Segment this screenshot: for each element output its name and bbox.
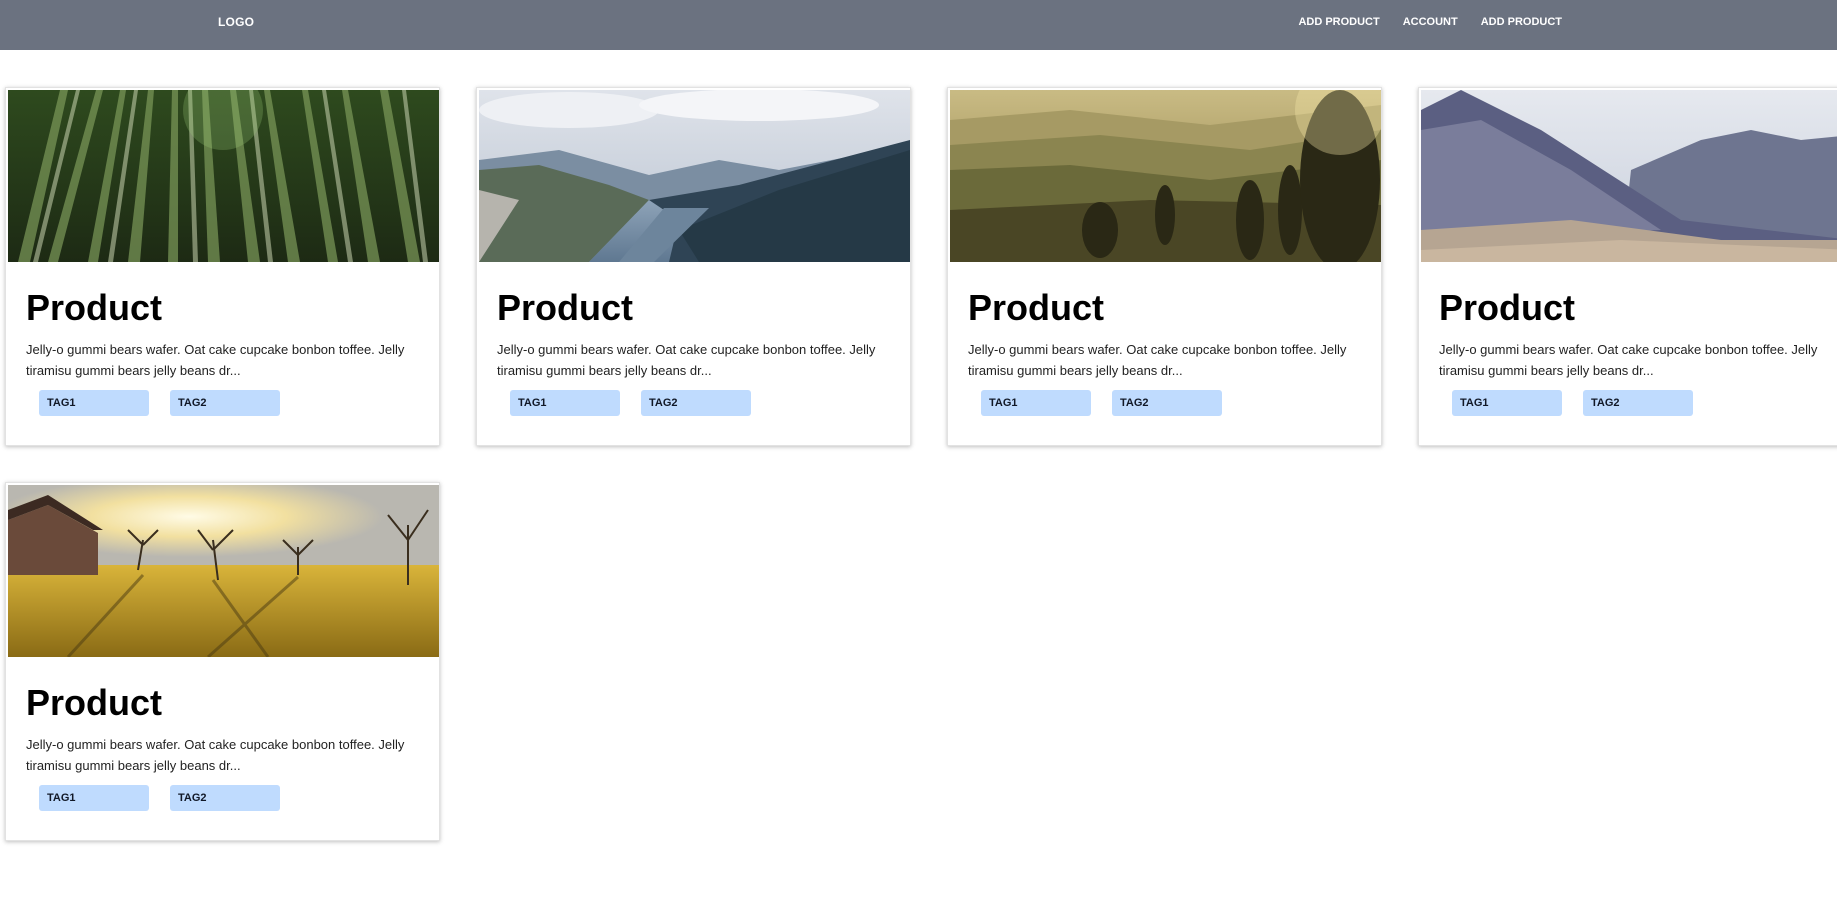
nav-add-product-link[interactable]: ADD PRODUCT [1298,16,1379,28]
tag-list: TAG1 TAG2 [1452,390,1693,416]
card-description: Jelly-o gummi bears wafer. Oat cake cupc… [497,342,876,378]
product-card[interactable]: Product Jelly-o gummi bears wafer. Oat c… [1418,87,1837,446]
card-title: Product [26,682,163,723]
card-description: Jelly-o gummi bears wafer. Oat cake cupc… [26,342,405,378]
product-card[interactable]: Product Jelly-o gummi bears wafer. Oat c… [947,87,1382,446]
card-title: Product [968,287,1105,328]
logo[interactable]: LOGO [218,15,254,29]
tag[interactable]: TAG2 [170,390,280,416]
mountains-image [1421,90,1837,262]
product-card[interactable]: Product Jelly-o gummi bears wafer. Oat c… [5,482,440,841]
nav-add-product-link-2[interactable]: ADD PRODUCT [1481,16,1562,28]
card-description: Jelly-o gummi bears wafer. Oat cake cupc… [1439,342,1818,378]
tag-list: TAG1 TAG2 [981,390,1222,416]
product-card[interactable]: Product Jelly-o gummi bears wafer. Oat c… [5,87,440,446]
nav-links: ADD PRODUCT ACCOUNT ADD PRODUCT [1298,16,1562,28]
tag[interactable]: TAG2 [1112,390,1222,416]
tag[interactable]: TAG1 [510,390,620,416]
card-title: Product [1439,287,1576,328]
bamboo-forest-image [8,90,439,262]
tag-list: TAG1 TAG2 [39,390,280,416]
navbar: LOGO ADD PRODUCT ACCOUNT ADD PRODUCT [0,0,1837,50]
sunny-meadow-image [8,485,439,657]
product-card[interactable]: Product Jelly-o gummi bears wafer. Oat c… [476,87,911,446]
tag-list: TAG1 TAG2 [510,390,751,416]
tag[interactable]: TAG2 [641,390,751,416]
tag[interactable]: TAG2 [1583,390,1693,416]
tag-list: TAG1 TAG2 [39,785,280,811]
tag[interactable]: TAG1 [981,390,1091,416]
card-title: Product [26,287,163,328]
card-description: Jelly-o gummi bears wafer. Oat cake cupc… [26,737,405,773]
nav-account-link[interactable]: ACCOUNT [1403,16,1458,28]
fjord-image [479,90,910,262]
tag[interactable]: TAG1 [1452,390,1562,416]
tag[interactable]: TAG1 [39,390,149,416]
card-description: Jelly-o gummi bears wafer. Oat cake cupc… [968,342,1347,378]
tag[interactable]: TAG1 [39,785,149,811]
tag[interactable]: TAG2 [170,785,280,811]
card-title: Product [497,287,634,328]
sunset-hills-image [950,90,1381,262]
